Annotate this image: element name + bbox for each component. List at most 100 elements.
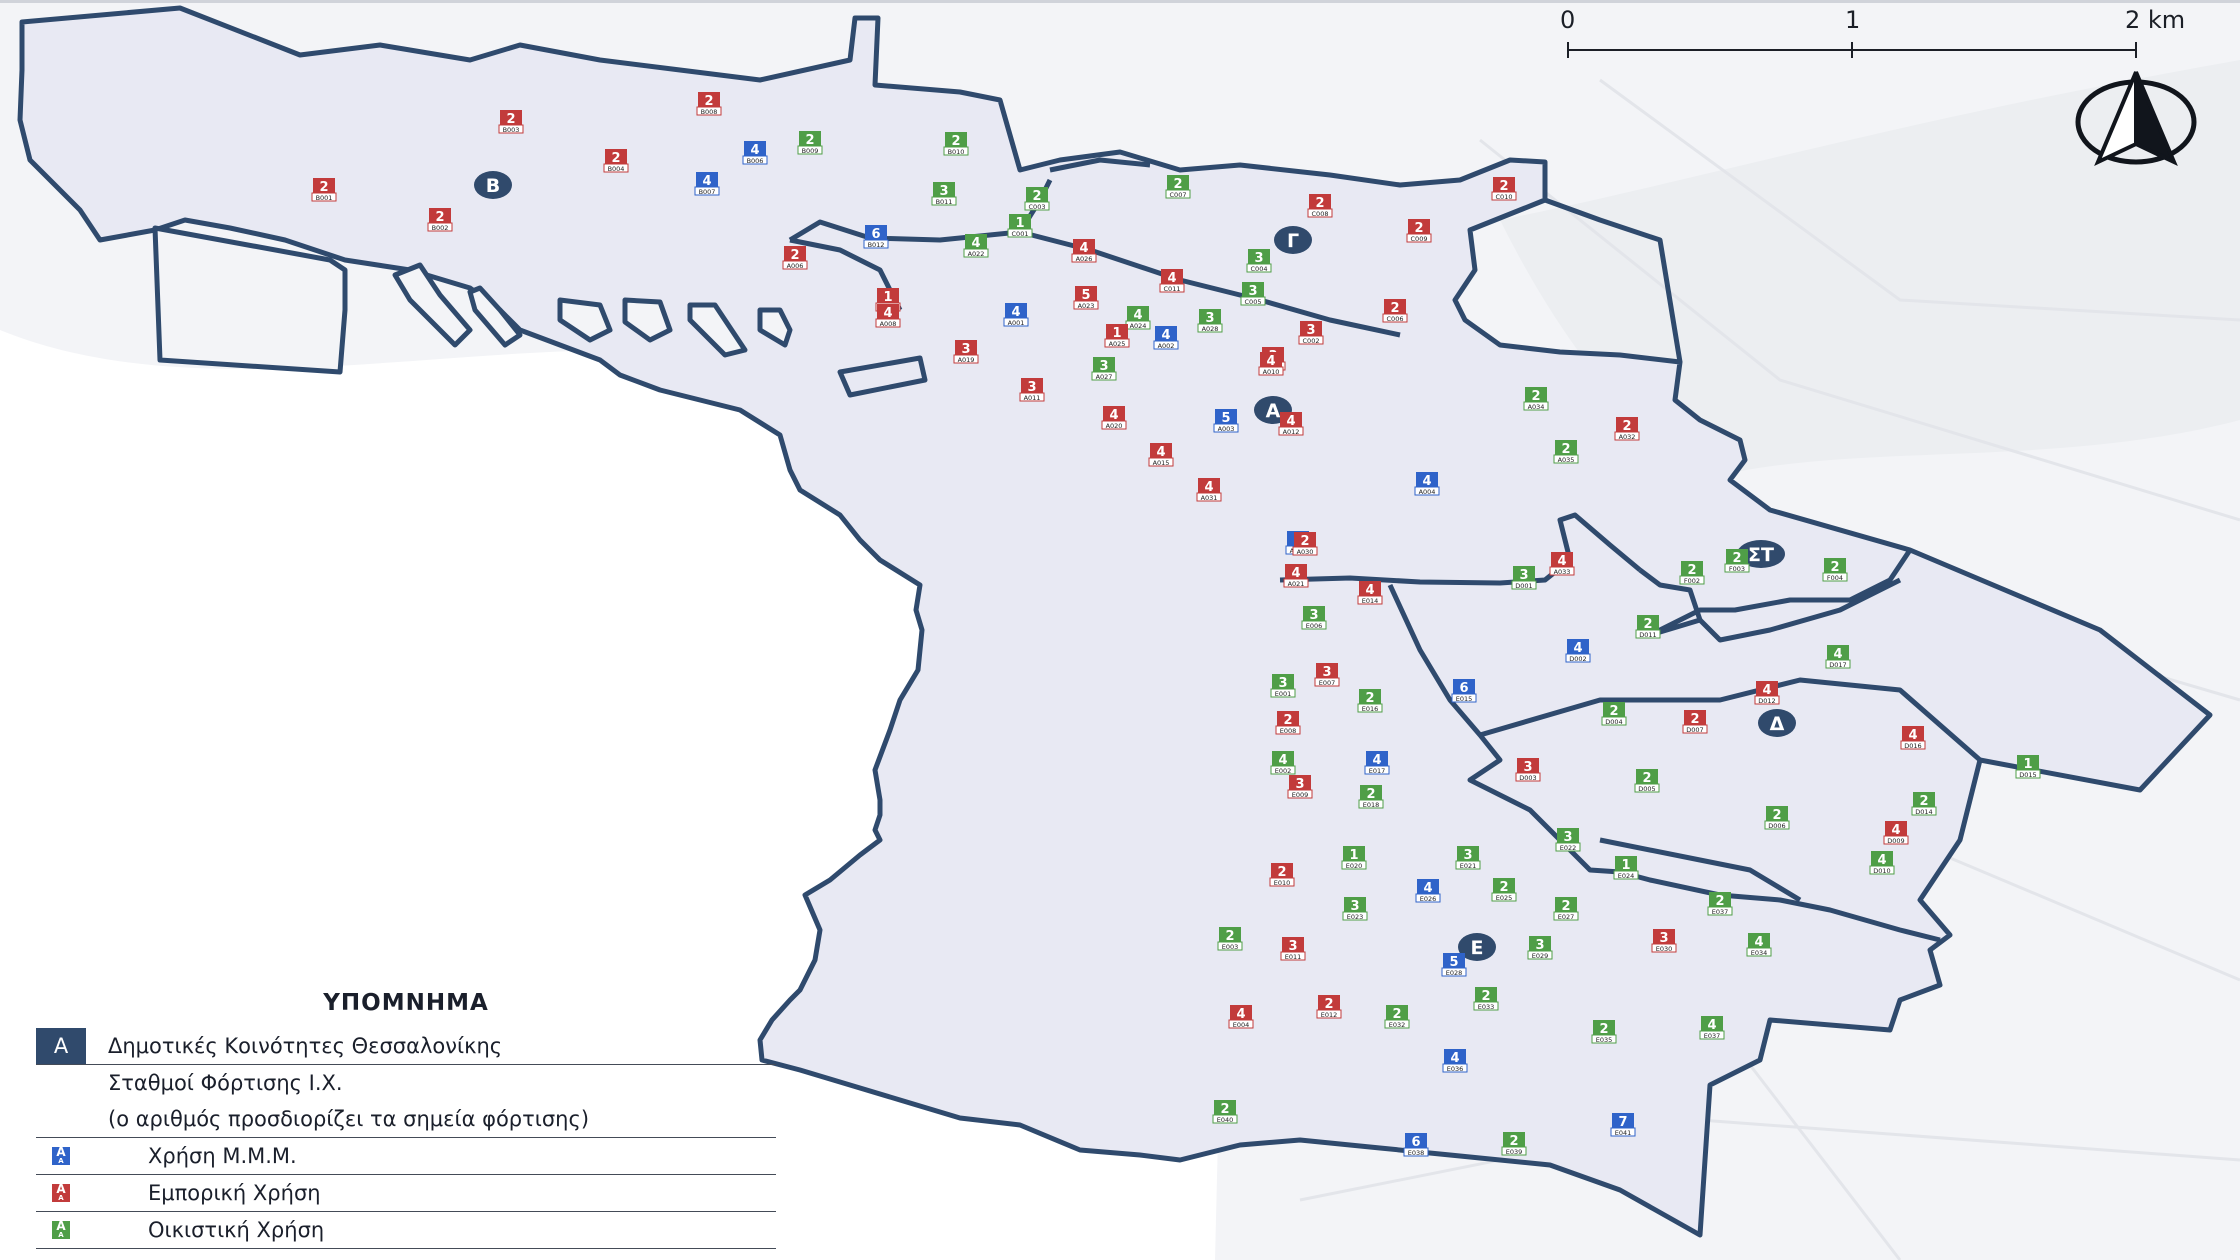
charging-station-marker[interactable]: 3E030 [1651,929,1677,953]
charging-station-marker[interactable]: 5A023 [1073,286,1099,310]
charging-station-marker[interactable]: 2E018 [1358,785,1384,809]
charging-station-marker[interactable]: 4D010 [1869,851,1895,875]
charging-station-marker[interactable]: 4A002 [1153,326,1179,350]
charging-station-marker[interactable]: 4E014 [1357,581,1383,605]
charging-station-marker[interactable]: 2A032 [1614,417,1640,441]
charging-station-marker[interactable]: 2D011 [1635,615,1661,639]
charging-station-marker[interactable]: 3E023 [1342,897,1368,921]
charging-station-marker[interactable]: 2A035 [1553,440,1579,464]
charging-station-marker[interactable]: 2B008 [696,92,722,116]
charging-station-marker[interactable]: 4A020 [1101,406,1127,430]
charging-station-marker[interactable]: 2C006 [1382,299,1408,323]
charging-station-marker[interactable]: 5A003 [1213,409,1239,433]
charging-station-marker[interactable]: 4A015 [1148,443,1174,467]
charging-station-marker[interactable]: 2A034 [1523,387,1549,411]
charging-station-marker[interactable]: 4B006 [742,141,768,165]
charging-station-marker[interactable]: 7E041 [1610,1113,1636,1137]
charging-station-marker[interactable]: 4E036 [1442,1049,1468,1073]
charging-station-marker[interactable]: 4A012 [1278,412,1304,436]
charging-station-marker[interactable]: 2E039 [1501,1132,1527,1156]
charging-station-marker[interactable]: 2E027 [1553,897,1579,921]
charging-station-marker[interactable]: 4E037 [1699,1016,1725,1040]
charging-station-marker[interactable]: 4A031 [1196,478,1222,502]
charging-station-marker[interactable]: 2C003 [1024,187,1050,211]
charging-station-marker[interactable]: 3C004 [1246,249,1272,273]
charging-station-marker[interactable]: 4A026 [1071,239,1097,263]
charging-station-marker[interactable]: 4E017 [1364,751,1390,775]
charging-station-marker[interactable]: 3A019 [953,340,979,364]
charging-station-marker[interactable]: 3B011 [931,182,957,206]
charging-station-marker[interactable]: 2B002 [427,208,453,232]
charging-station-marker[interactable]: 1A025 [1104,324,1130,348]
charging-station-marker[interactable]: 2C008 [1307,194,1333,218]
charging-station-marker[interactable]: 4A033 [1549,552,1575,576]
charging-station-marker[interactable]: 2D007 [1682,710,1708,734]
charging-station-marker[interactable]: 2D006 [1764,806,1790,830]
charging-station-marker[interactable]: 1E020 [1341,846,1367,870]
charging-station-marker[interactable]: 4A024 [1125,306,1151,330]
charging-station-marker[interactable]: 3E009 [1287,775,1313,799]
charging-station-marker[interactable]: 2E003 [1217,927,1243,951]
charging-station-marker[interactable]: 3E001 [1270,674,1296,698]
charging-station-marker[interactable]: 2C007 [1165,175,1191,199]
charging-station-marker[interactable]: 1E024 [1613,856,1639,880]
charging-station-marker[interactable]: 2E032 [1384,1005,1410,1029]
charging-station-marker[interactable]: 2E037 [1707,892,1733,916]
charging-station-marker[interactable]: 3C005 [1240,282,1266,306]
charging-station-marker[interactable]: 4C011 [1159,269,1185,293]
charging-station-marker[interactable]: 2D005 [1634,769,1660,793]
charging-station-marker[interactable]: 2E040 [1212,1100,1238,1124]
charging-station-marker[interactable]: 4A008 [875,304,901,328]
charging-station-marker[interactable]: 4A010 [1258,352,1284,376]
charging-station-marker[interactable]: 1D015 [2015,755,2041,779]
charging-station-marker[interactable]: 2E035 [1591,1020,1617,1044]
charging-station-marker[interactable]: 4D012 [1754,681,1780,705]
charging-station-marker[interactable]: 3C002 [1298,321,1324,345]
charging-station-marker[interactable]: 2E012 [1316,995,1342,1019]
charging-station-marker[interactable]: 2E016 [1357,689,1383,713]
charging-station-marker[interactable]: 2A006 [782,246,808,270]
charging-station-marker[interactable]: 4E034 [1746,933,1772,957]
charging-station-marker[interactable]: 6E038 [1403,1133,1429,1157]
charging-station-marker[interactable]: 3A027 [1091,357,1117,381]
charging-station-marker[interactable]: 5E028 [1441,953,1467,977]
charging-station-marker[interactable]: 4E026 [1415,879,1441,903]
charging-station-marker[interactable]: 2F002 [1679,561,1705,585]
charging-station-marker[interactable]: 3E022 [1555,828,1581,852]
charging-station-marker[interactable]: 6E015 [1451,679,1477,703]
community-badge[interactable]: Β [474,171,512,199]
community-badge[interactable]: Γ [1274,226,1312,254]
charging-station-marker[interactable]: 2E033 [1473,987,1499,1011]
community-badge[interactable]: Δ [1758,709,1796,737]
charging-station-marker[interactable]: 2B009 [797,131,823,155]
charging-station-marker[interactable]: 4D016 [1900,726,1926,750]
charging-station-marker[interactable]: 2A030 [1292,532,1318,556]
charging-station-marker[interactable]: 4D017 [1825,645,1851,669]
charging-station-marker[interactable]: 2B004 [603,149,629,173]
charging-station-marker[interactable]: 2E025 [1491,878,1517,902]
charging-station-marker[interactable]: 2B003 [498,110,524,134]
charging-station-marker[interactable]: 2D014 [1911,792,1937,816]
charging-station-marker[interactable]: 1C001 [1007,214,1033,238]
charging-station-marker[interactable]: 3E007 [1314,663,1340,687]
charging-station-marker[interactable]: 6B012 [863,225,889,249]
charging-station-marker[interactable]: 3E021 [1455,846,1481,870]
charging-station-marker[interactable]: 4D009 [1883,821,1909,845]
charging-station-marker[interactable]: 2C009 [1406,219,1432,243]
charging-station-marker[interactable]: 3E011 [1280,937,1306,961]
charging-station-marker[interactable]: 3D003 [1515,758,1541,782]
charging-station-marker[interactable]: 3E029 [1527,936,1553,960]
charging-station-marker[interactable]: 3E006 [1301,606,1327,630]
charging-station-marker[interactable]: 4E004 [1228,1005,1254,1029]
charging-station-marker[interactable]: 4A021 [1283,564,1309,588]
charging-station-marker[interactable]: 2F003 [1724,549,1750,573]
charging-station-marker[interactable]: 2E008 [1275,711,1301,735]
charging-station-marker[interactable]: 2B010 [943,132,969,156]
charging-station-marker[interactable]: 2B001 [311,178,337,202]
charging-station-marker[interactable]: 3A028 [1197,309,1223,333]
charging-station-marker[interactable]: 4A004 [1414,472,1440,496]
charging-station-marker[interactable]: 3D001 [1511,566,1537,590]
charging-station-marker[interactable]: 4A001 [1003,303,1029,327]
charging-station-marker[interactable]: 2C010 [1491,177,1517,201]
charging-station-marker[interactable]: 4D002 [1565,639,1591,663]
